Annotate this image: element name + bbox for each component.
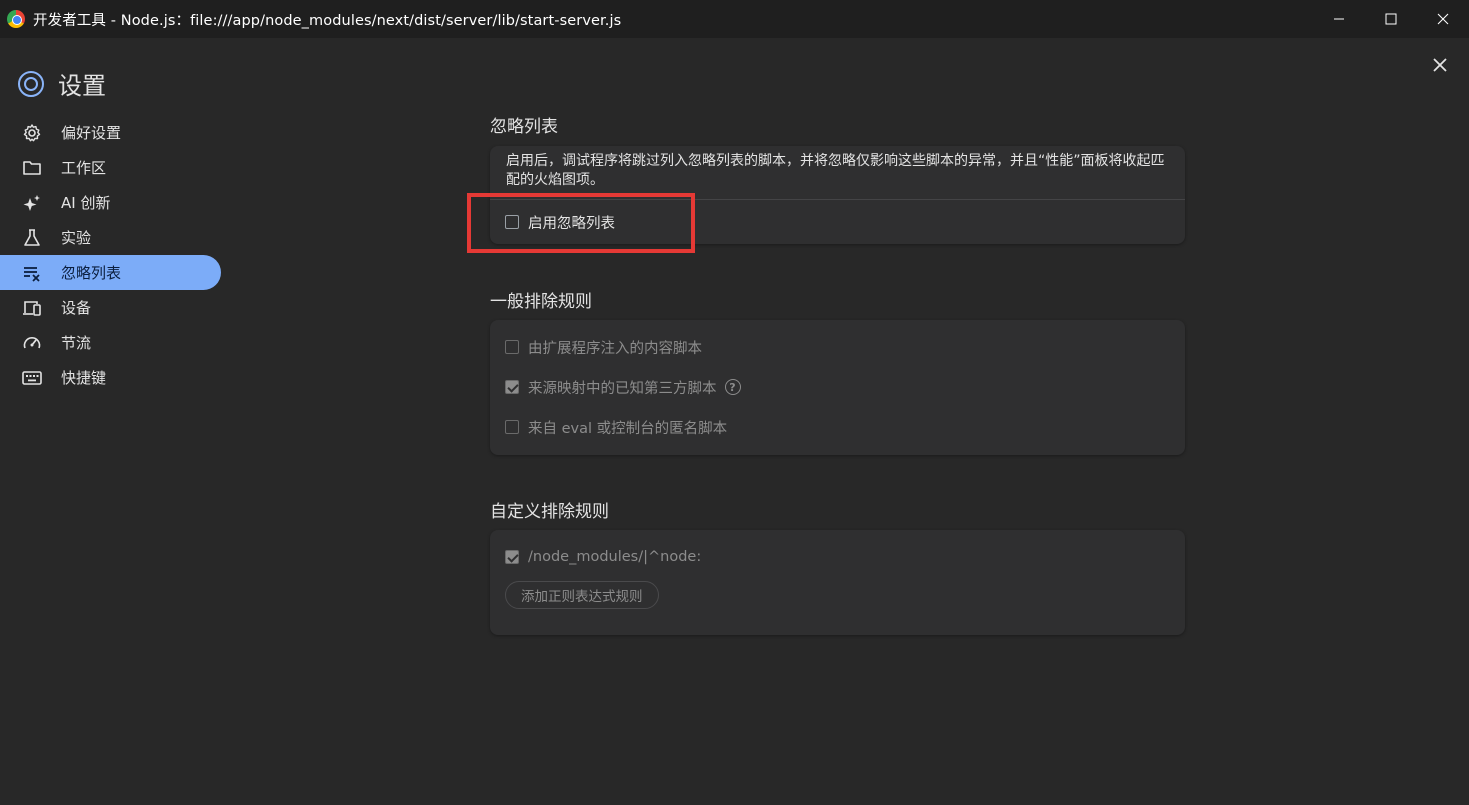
sidebar-item-label: 节流 xyxy=(61,334,92,352)
window-titlebar: 开发者工具 - Node.js：file:///app/node_modules… xyxy=(0,0,1469,38)
settings-title: 设置 xyxy=(58,72,106,100)
sidebar-item-label: 偏好设置 xyxy=(61,124,122,142)
minimize-button[interactable] xyxy=(1313,0,1365,38)
chrome-icon xyxy=(7,10,25,28)
devtools-settings-icon xyxy=(18,70,44,97)
speedometer-icon xyxy=(22,333,42,353)
settings-header: 设置 xyxy=(18,66,106,101)
close-icon xyxy=(1437,13,1449,25)
maximize-icon xyxy=(1385,13,1397,25)
window-controls xyxy=(1313,0,1469,38)
folder-icon xyxy=(22,158,42,178)
sidebar-item-label: 工作区 xyxy=(61,159,107,177)
add-regex-rule-button[interactable]: 添加正则表达式规则 xyxy=(505,581,659,609)
sidebar-item-workspace[interactable]: 工作区 xyxy=(0,150,221,185)
third-party-scripts-checkbox[interactable] xyxy=(505,380,519,394)
general-rules-card: 由扩展程序注入的内容脚本 来源映射中的已知第三方脚本 ? 来自 eval 或控制… xyxy=(490,320,1185,455)
flask-icon xyxy=(22,228,42,248)
ignore-list-icon xyxy=(22,263,42,283)
sidebar-item-ai-innovation[interactable]: AI 创新 xyxy=(0,185,221,220)
sidebar-item-preferences[interactable]: 偏好设置 xyxy=(0,115,221,150)
sidebar-item-shortcuts[interactable]: 快捷键 xyxy=(0,360,221,395)
minimize-icon xyxy=(1334,18,1344,20)
settings-nav: 偏好设置 工作区 AI 创新 实验 忽略列表 设备 节流 快捷键 xyxy=(0,115,230,395)
anonymous-scripts-row[interactable]: 来自 eval 或控制台的匿名脚本 xyxy=(490,407,1185,447)
content-scripts-checkbox[interactable] xyxy=(505,340,519,354)
sidebar-item-label: 实验 xyxy=(61,229,92,247)
devices-icon xyxy=(22,298,42,318)
ignore-list-title: 忽略列表 xyxy=(490,117,558,137)
sidebar-item-ignore-list[interactable]: 忽略列表 xyxy=(0,255,221,290)
sparkle-icon xyxy=(22,193,42,213)
third-party-scripts-label: 来源映射中的已知第三方脚本 xyxy=(528,380,717,397)
help-icon[interactable]: ? xyxy=(724,379,741,395)
maximize-button[interactable] xyxy=(1365,0,1417,38)
sidebar-item-label: 快捷键 xyxy=(61,369,107,387)
close-settings-button[interactable] xyxy=(1431,56,1449,74)
anonymous-scripts-label: 来自 eval 或控制台的匿名脚本 xyxy=(528,420,728,437)
ignore-list-description: 启用后，调试程序将跳过列入忽略列表的脚本，并将忽略仅影响这些脚本的异常，并且“性… xyxy=(506,153,1165,188)
gear-icon xyxy=(22,123,42,143)
content-scripts-label: 由扩展程序注入的内容脚本 xyxy=(528,340,702,357)
keyboard-icon xyxy=(22,368,42,388)
custom-rules-title: 自定义排除规则 xyxy=(490,502,609,522)
close-window-button[interactable] xyxy=(1417,0,1469,38)
close-icon xyxy=(1433,58,1447,72)
sidebar-item-throttling[interactable]: 节流 xyxy=(0,325,221,360)
sidebar-item-devices[interactable]: 设备 xyxy=(0,290,221,325)
custom-rule-row[interactable]: /node_modules/|^node: xyxy=(490,537,1185,577)
custom-rule-pattern: /node_modules/|^node: xyxy=(528,549,702,565)
sidebar-item-label: AI 创新 xyxy=(61,194,111,212)
sidebar-item-label: 设备 xyxy=(61,299,92,317)
anonymous-scripts-checkbox[interactable] xyxy=(505,420,519,434)
third-party-scripts-row[interactable]: 来源映射中的已知第三方脚本 ? xyxy=(490,367,1185,407)
custom-rule-checkbox[interactable] xyxy=(505,550,519,564)
highlight-annotation xyxy=(467,193,695,253)
sidebar-item-experiments[interactable]: 实验 xyxy=(0,220,221,255)
content-scripts-row[interactable]: 由扩展程序注入的内容脚本 xyxy=(490,327,1185,367)
sidebar-item-label: 忽略列表 xyxy=(61,264,122,282)
general-rules-title: 一般排除规则 xyxy=(490,292,592,312)
custom-rules-card: /node_modules/|^node: 添加正则表达式规则 xyxy=(490,530,1185,635)
window-title: 开发者工具 - Node.js：file:///app/node_modules… xyxy=(33,12,622,29)
